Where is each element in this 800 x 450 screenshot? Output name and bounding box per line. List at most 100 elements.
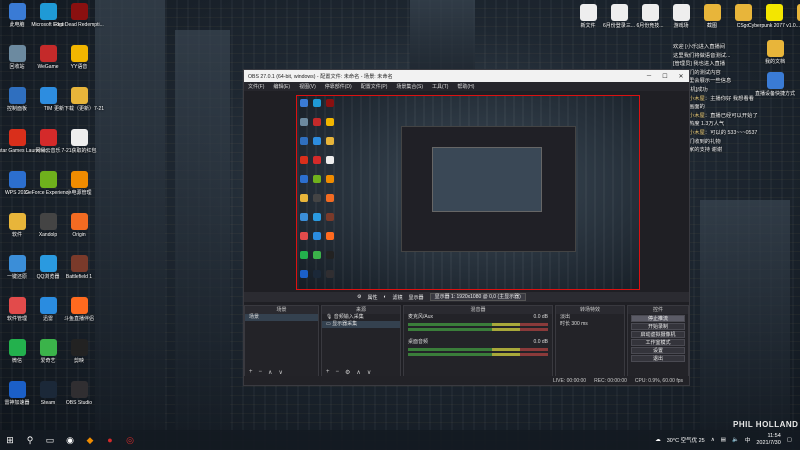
scene-item[interactable]: 场景 xyxy=(245,314,318,321)
menu-item[interactable]: 场景集合(S) xyxy=(396,83,423,90)
cpu-status: CPU: 0.9%, 60.00 fps xyxy=(634,377,683,384)
cyberpunk-icon xyxy=(765,4,783,21)
display-select[interactable]: 显示器 1: 1920x1080 @ 0,0 (主显示器) xyxy=(429,293,526,301)
desktop-icon[interactable]: 截图 xyxy=(697,4,727,29)
volume-slider[interactable] xyxy=(408,328,548,331)
task-view-icon[interactable]: ▭ xyxy=(40,435,60,446)
start-recording-button[interactable]: 开始录制 xyxy=(631,323,685,330)
desktop-icon[interactable]: WeGame xyxy=(33,45,63,70)
weather-icon[interactable]: ☁ xyxy=(655,437,661,443)
desktop-icon[interactable]: GeForce Experience xyxy=(25,171,71,196)
move-up-icon[interactable]: ∧ xyxy=(356,369,360,376)
properties-button[interactable]: 属性 xyxy=(367,294,377,301)
channel-name: 桌面音频 xyxy=(408,339,429,345)
app-taskbar-icon[interactable]: ● xyxy=(100,435,120,445)
remove-icon[interactable]: − xyxy=(336,369,340,375)
settings-button[interactable]: 设置 xyxy=(631,347,685,354)
desktop-icon[interactable]: Rockstar Games Launcher xyxy=(0,129,47,154)
rec-status: REC: 00:00:00 xyxy=(594,377,627,384)
source-item[interactable]: 🎙 音频输入采集 xyxy=(322,314,400,321)
exit-button[interactable]: 退出 xyxy=(631,355,685,362)
gear-icon[interactable]: ⚙ xyxy=(357,294,361,300)
start-icon[interactable]: ⊞ xyxy=(0,435,20,446)
menu-item[interactable]: 停靠部件(D) xyxy=(325,83,352,90)
tray-arrow-icon[interactable]: ∧ xyxy=(711,437,715,443)
desktop-icon[interactable]: Steam xyxy=(33,381,63,406)
desktop-icon[interactable]: Red Dead Redempti... xyxy=(54,3,104,28)
desktop-icon[interactable]: 微信 xyxy=(2,339,32,364)
desktop-icon[interactable]: 此电脑 xyxy=(2,3,32,28)
desktop-icon[interactable]: 迅雷 xyxy=(33,297,63,322)
desktop-icon[interactable]: 游戏场 xyxy=(666,4,696,29)
sources-footer: + − ⚙ ∧ ∨ xyxy=(322,368,400,376)
netease-music-taskbar-icon[interactable]: ◎ xyxy=(120,435,140,446)
maximize-icon[interactable]: ☐ xyxy=(657,73,673,80)
add-icon[interactable]: + xyxy=(249,369,253,375)
volume-slider[interactable] xyxy=(408,353,548,356)
douyu-icon xyxy=(70,297,88,314)
menu-item[interactable]: 视图(V) xyxy=(299,83,316,90)
desktop-icon[interactable]: OBS Studio xyxy=(64,381,94,406)
move-down-icon[interactable]: ∨ xyxy=(367,369,371,376)
filter-icon[interactable]: ◐ xyxy=(384,294,387,300)
filters-button[interactable]: 滤镜 xyxy=(393,294,403,301)
close-icon[interactable]: ✕ xyxy=(673,73,689,80)
search-icon[interactable]: ⚲ xyxy=(20,435,40,446)
obs-window[interactable]: OBS 27.0.1 (64-bit, windows) - 配置文件: 未命名… xyxy=(243,69,690,386)
chat-message: 这里我们收到的礼物 xyxy=(673,138,798,147)
menu-item[interactable]: 配置文件(P) xyxy=(361,83,388,90)
desktop-icon[interactable]: jj xyxy=(790,4,800,29)
transition-duration[interactable]: 时长 300 ms xyxy=(556,321,624,328)
desktop-icon[interactable]: 软件 xyxy=(2,213,32,238)
desktop-icon[interactable]: Origin xyxy=(64,213,94,238)
desktop-icon[interactable]: YY语音 xyxy=(64,45,94,70)
desktop-icon[interactable]: 一键还原 xyxy=(2,255,32,280)
source-item[interactable]: ▭ 显示器采集 xyxy=(322,321,400,328)
desktop-icon[interactable]: 7-21获取的红包 xyxy=(62,129,97,154)
desktop-icon[interactable]: 网易云音乐 xyxy=(33,129,63,154)
desktop-icon[interactable]: 控制面板 xyxy=(2,87,32,112)
desktop-icon[interactable]: Battlefield 1 xyxy=(64,255,94,280)
desktop-icon[interactable]: 斗鱼直播伴侣 xyxy=(64,297,94,322)
clock[interactable]: 11:54 2021/7/30 xyxy=(756,433,780,447)
weather-text[interactable]: 30°C 空气优 25 xyxy=(667,436,705,444)
stop-streaming-button[interactable]: 停止推流 xyxy=(631,315,685,322)
desktop-icon[interactable]: 雷神加速器 xyxy=(2,381,32,406)
obs-taskbar-icon[interactable]: ◉ xyxy=(60,435,80,446)
desktop-icon[interactable]: 回收站 xyxy=(2,45,32,70)
menu-item[interactable]: 工具(T) xyxy=(432,83,448,90)
live-status: LIVE: 00:00:00 xyxy=(553,377,587,384)
desktop-icon[interactable]: 6月份竞技... xyxy=(635,4,665,29)
desktop-icon[interactable]: 软件管理 xyxy=(2,297,32,322)
menu-item[interactable]: 编辑(E) xyxy=(273,83,290,90)
ime-indicator[interactable]: 中 xyxy=(745,436,751,444)
desktop-icon[interactable]: Xandolp xyxy=(33,213,63,238)
studio-mode-button[interactable]: 工作室模式 xyxy=(631,339,685,346)
transition-select[interactable]: 淡出 xyxy=(556,314,624,321)
gear-icon[interactable]: ⚙ xyxy=(345,369,350,376)
desktop-icon[interactable]: 新文件 xyxy=(573,4,603,29)
controls-header: 控件 xyxy=(628,306,688,314)
menu-item[interactable]: 文件(F) xyxy=(248,83,264,90)
desktop-icon[interactable]: 剪映 xyxy=(64,339,94,364)
desktop-icon[interactable]: 6月份登录三... xyxy=(603,4,635,29)
move-up-icon[interactable]: ∧ xyxy=(268,369,272,376)
desktop-icon[interactable]: 更新下载（更新）7-21 xyxy=(54,87,104,112)
remove-icon[interactable]: − xyxy=(259,369,263,375)
desktop-icon[interactable]: 小电源管理 xyxy=(64,171,94,196)
notification-icon[interactable]: ▢ xyxy=(787,437,792,443)
desktop-icon[interactable]: QQ浏览器 xyxy=(33,255,63,280)
menu-item[interactable]: 帮助(H) xyxy=(457,83,474,90)
obs-titlebar[interactable]: OBS 27.0.1 (64-bit, windows) - 配置文件: 未命名… xyxy=(244,70,689,82)
move-down-icon[interactable]: ∨ xyxy=(278,369,282,376)
volume-icon[interactable]: 🔈 xyxy=(732,437,739,443)
preview-icon xyxy=(326,213,334,221)
app-taskbar-icon[interactable]: ◆ xyxy=(80,435,100,446)
desktop-icon[interactable]: 爱奇艺 xyxy=(33,339,63,364)
add-icon[interactable]: + xyxy=(326,369,330,375)
network-icon[interactable]: ▤ xyxy=(721,437,726,443)
obs-preview[interactable] xyxy=(296,95,640,290)
minimize-icon[interactable]: ─ xyxy=(641,73,657,80)
desktop-icon[interactable]: Cyberpunk 2077 v1.0... xyxy=(748,4,800,29)
virtual-camera-button[interactable]: 启动虚拟摄像机 xyxy=(631,331,685,338)
